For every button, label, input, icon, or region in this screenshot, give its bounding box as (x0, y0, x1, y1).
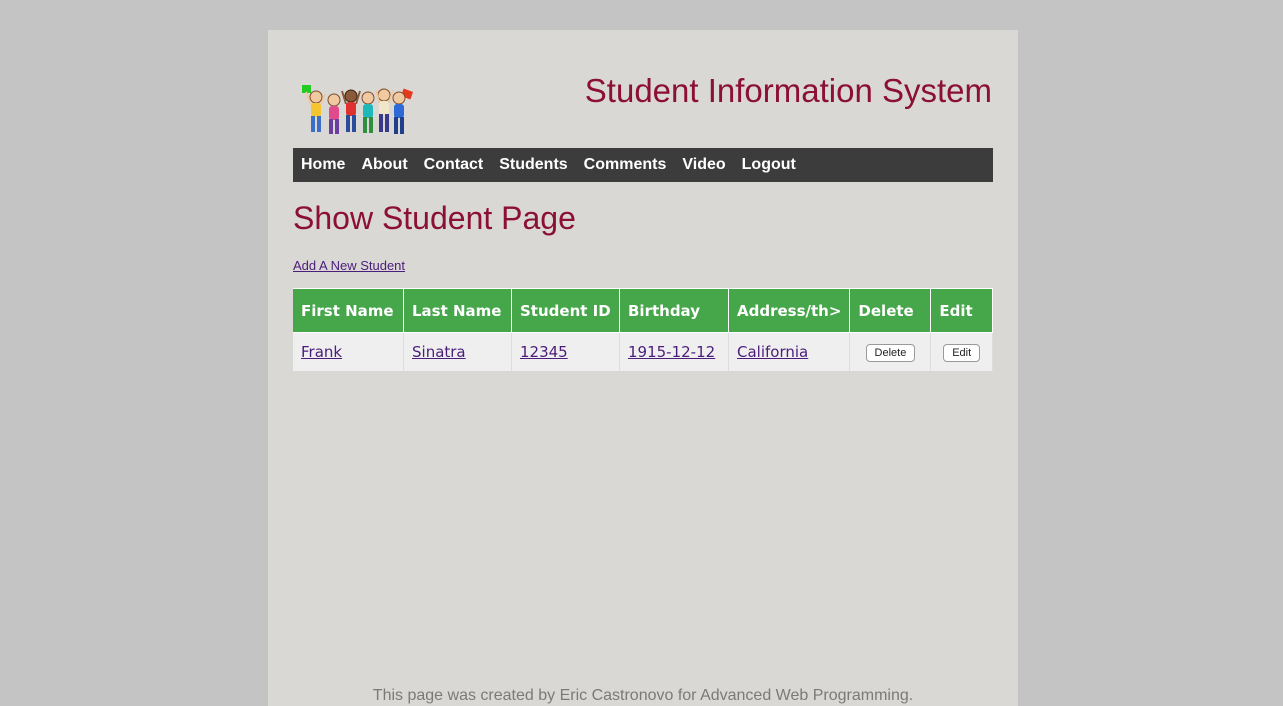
address-link[interactable]: California (737, 343, 808, 361)
page-heading: Show Student Page (293, 200, 576, 236)
footer-text: This page was created by Eric Castronovo… (372, 687, 914, 704)
table-header-row: First Name Last Name Student ID Birthday… (293, 288, 993, 333)
nav-comments-link[interactable]: Comments (584, 156, 667, 174)
edit-button[interactable]: Edit (943, 344, 981, 362)
page-container: Student Information System Home About Co… (268, 30, 1018, 706)
first-name-link[interactable]: Frank (301, 343, 342, 361)
nav-students-link[interactable]: Students (499, 156, 567, 174)
table-row: Frank Sinatra 12345 1915-12-12 Californi… (293, 332, 993, 371)
nav-logout-link[interactable]: Logout (742, 156, 796, 174)
students-table: First Name Last Name Student ID Birthday… (293, 288, 993, 371)
column-header-birthday: Birthday (619, 288, 729, 333)
cell-edit: Edit (930, 332, 993, 371)
column-header-edit: Edit (930, 288, 993, 333)
cell-birthday: 1915-12-12 (619, 332, 729, 371)
cell-first-name: Frank (293, 332, 404, 371)
add-student-link[interactable]: Add A New Student (293, 258, 405, 273)
cell-student-id: 12345 (511, 332, 620, 371)
jumping-students-logo (302, 85, 414, 134)
nav-about-link[interactable]: About (361, 156, 407, 174)
cell-last-name: Sinatra (403, 332, 512, 371)
cell-address: California (728, 332, 851, 371)
cell-delete: Delete (849, 332, 932, 371)
column-header-first-name: First Name (293, 288, 404, 333)
column-header-student-id: Student ID (511, 288, 620, 333)
nav-contact-link[interactable]: Contact (424, 156, 484, 174)
nav-video-link[interactable]: Video (682, 156, 725, 174)
column-header-delete: Delete (849, 288, 932, 333)
student-id-link[interactable]: 12345 (520, 343, 568, 361)
nav-home-link[interactable]: Home (301, 156, 345, 174)
birthday-link[interactable]: 1915-12-12 (628, 343, 715, 361)
column-header-last-name: Last Name (403, 288, 512, 333)
column-header-address: Address/th> (728, 288, 851, 333)
main-nav: Home About Contact Students Comments Vid… (293, 148, 993, 182)
site-title: Student Information System (584, 72, 992, 109)
delete-button[interactable]: Delete (865, 344, 916, 362)
last-name-link[interactable]: Sinatra (412, 343, 466, 361)
